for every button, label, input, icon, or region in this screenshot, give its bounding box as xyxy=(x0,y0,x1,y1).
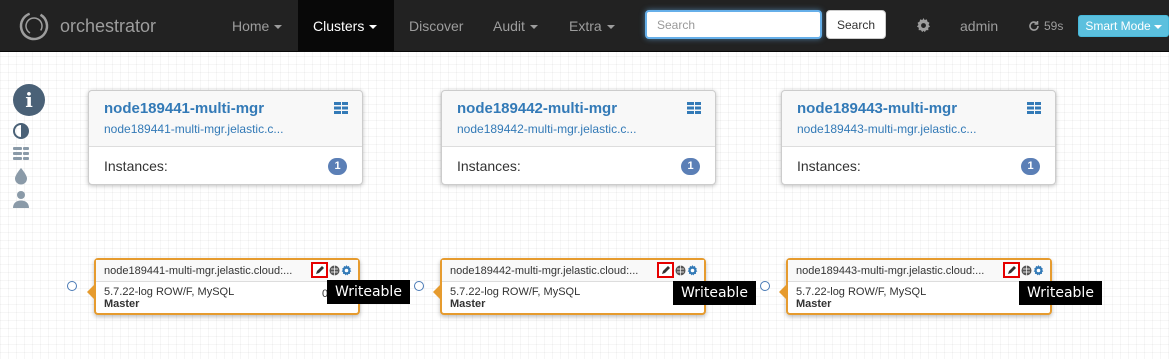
instance-role: Master xyxy=(450,298,486,310)
chevron-down-icon xyxy=(606,25,615,30)
instance-pointer xyxy=(433,284,441,300)
brand[interactable]: orchestrator xyxy=(18,10,156,42)
instance-body: 5.7.22-log ROW/F, MySQL Master xyxy=(96,282,358,310)
instance-version: 5.7.22-log ROW/F, MySQL xyxy=(796,286,927,298)
nav-discover[interactable]: Discover xyxy=(394,0,478,52)
globe-icon[interactable] xyxy=(675,265,686,276)
chevron-down-icon xyxy=(1153,24,1162,29)
instance-icons xyxy=(1003,262,1044,278)
info-icon[interactable]: i xyxy=(13,84,45,116)
instance-box[interactable]: node189442-multi-mgr.jelastic.cloud:... … xyxy=(433,258,706,315)
nav-clusters[interactable]: Clusters xyxy=(298,0,394,52)
writeable-tooltip: Writeable xyxy=(1019,281,1102,305)
instances-label: Instances: xyxy=(104,158,168,174)
cluster-header: node189441-multi-mgr node189441-multi-mg… xyxy=(89,91,362,147)
chevron-down-icon xyxy=(529,25,538,30)
cluster-card: node189441-multi-mgr node189441-multi-mg… xyxy=(88,90,363,185)
cluster-icon[interactable] xyxy=(334,101,348,115)
pencil-icon[interactable] xyxy=(311,262,328,278)
instance-header: node189443-multi-mgr.jelastic.cloud:... xyxy=(788,260,1050,282)
search-input[interactable] xyxy=(645,10,822,39)
topology-node-circle[interactable] xyxy=(67,281,77,291)
nav-home-label: Home xyxy=(232,18,270,34)
cluster-header: node189442-multi-mgr node189442-multi-mg… xyxy=(442,91,715,147)
chevron-down-icon xyxy=(369,25,378,30)
nav-clusters-label: Clusters xyxy=(313,18,365,34)
gear-icon[interactable] xyxy=(1033,264,1044,276)
cluster-body: Instances: 1 xyxy=(782,147,1055,185)
smart-mode-button[interactable]: Smart Mode xyxy=(1078,15,1169,37)
globe-icon[interactable] xyxy=(329,265,340,276)
cluster-body: Instances: 1 xyxy=(89,147,362,185)
instance-host[interactable]: node189441-multi-mgr.jelastic.cloud:... xyxy=(104,260,304,282)
user-menu[interactable]: admin xyxy=(960,0,998,52)
nav-extra[interactable]: Extra xyxy=(554,0,630,52)
instance-version: 5.7.22-log ROW/F, MySQL xyxy=(104,286,235,298)
globe-icon[interactable] xyxy=(1021,265,1032,276)
cluster-header: node189443-multi-mgr node189443-multi-mg… xyxy=(782,91,1055,147)
gear-icon[interactable] xyxy=(687,264,698,276)
cluster-body: Instances: 1 xyxy=(442,147,715,185)
instance-role: Master xyxy=(796,298,832,310)
topology-node-circle[interactable] xyxy=(760,281,770,291)
nav-audit-label: Audit xyxy=(493,18,525,34)
nav-audit[interactable]: Audit xyxy=(478,0,553,52)
smart-mode-label: Smart Mode xyxy=(1085,19,1151,33)
instance-host[interactable]: node189443-multi-mgr.jelastic.cloud:... xyxy=(796,260,996,282)
nav-discover-label: Discover xyxy=(409,18,464,34)
cluster-alias[interactable]: node189441-multi-mgr.jelastic.c... xyxy=(104,121,294,137)
cluster-icon[interactable] xyxy=(1027,101,1041,115)
refresh-countdown[interactable]: 59s xyxy=(1028,0,1063,52)
instance-header: node189441-multi-mgr.jelastic.cloud:... xyxy=(96,260,358,282)
gear-icon[interactable] xyxy=(341,264,352,276)
instance-icons xyxy=(657,262,698,278)
instances-count-badge: 1 xyxy=(681,157,700,175)
instance-role: Master xyxy=(104,298,140,310)
user-icon[interactable] xyxy=(12,190,30,208)
writeable-tooltip: Writeable xyxy=(327,280,410,304)
instance-icons xyxy=(311,262,352,278)
instance-pointer xyxy=(87,284,95,300)
cluster-alias[interactable]: node189443-multi-mgr.jelastic.c... xyxy=(797,121,987,137)
nav-home[interactable]: Home xyxy=(217,0,297,52)
instance-host[interactable]: node189442-multi-mgr.jelastic.cloud:... xyxy=(450,260,650,282)
nav-extra-label: Extra xyxy=(569,18,602,34)
brand-name: orchestrator xyxy=(60,15,157,36)
pencil-icon[interactable] xyxy=(657,262,674,278)
instance-body: 5.7.22-log ROW/F, MySQL Master xyxy=(442,282,704,310)
instances-label: Instances: xyxy=(457,158,521,174)
gear-icon[interactable] xyxy=(916,18,931,33)
cluster-name[interactable]: node189441-multi-mgr xyxy=(104,100,347,118)
cluster-name[interactable]: node189442-multi-mgr xyxy=(457,100,700,118)
topology-node-circle[interactable] xyxy=(414,281,424,291)
instances-count-badge: 1 xyxy=(328,157,347,175)
chevron-down-icon xyxy=(274,25,283,30)
instance-box[interactable]: node189443-multi-mgr.jelastic.cloud:... … xyxy=(779,258,1052,315)
writeable-tooltip: Writeable xyxy=(673,281,756,305)
cluster-icon[interactable] xyxy=(12,145,30,163)
cluster-name[interactable]: node189443-multi-mgr xyxy=(797,100,1040,118)
instance-body: 5.7.22-log ROW/F, MySQL Master xyxy=(788,282,1050,310)
instance-pointer xyxy=(779,284,787,300)
pencil-icon[interactable] xyxy=(1003,262,1020,278)
contrast-icon[interactable] xyxy=(12,122,30,140)
orchestrator-logo-icon xyxy=(19,11,49,41)
cluster-card: node189442-multi-mgr node189442-multi-mg… xyxy=(441,90,716,185)
instance-header: node189442-multi-mgr.jelastic.cloud:... xyxy=(442,260,704,282)
refresh-countdown-value: 59s xyxy=(1044,19,1064,33)
instances-label: Instances: xyxy=(797,158,861,174)
cluster-card: node189443-multi-mgr node189443-multi-mg… xyxy=(781,90,1056,185)
tint-icon[interactable] xyxy=(12,167,30,185)
refresh-icon xyxy=(1029,21,1039,31)
cluster-alias[interactable]: node189442-multi-mgr.jelastic.c... xyxy=(457,121,647,137)
instance-box[interactable]: node189441-multi-mgr.jelastic.cloud:... … xyxy=(87,258,360,315)
instance-version: 5.7.22-log ROW/F, MySQL xyxy=(450,286,581,298)
top-navbar: orchestrator Home Clusters Discover Audi… xyxy=(0,0,1169,52)
cluster-icon[interactable] xyxy=(687,101,701,115)
instances-count-badge: 1 xyxy=(1021,157,1040,175)
search-button[interactable]: Search xyxy=(826,10,886,39)
